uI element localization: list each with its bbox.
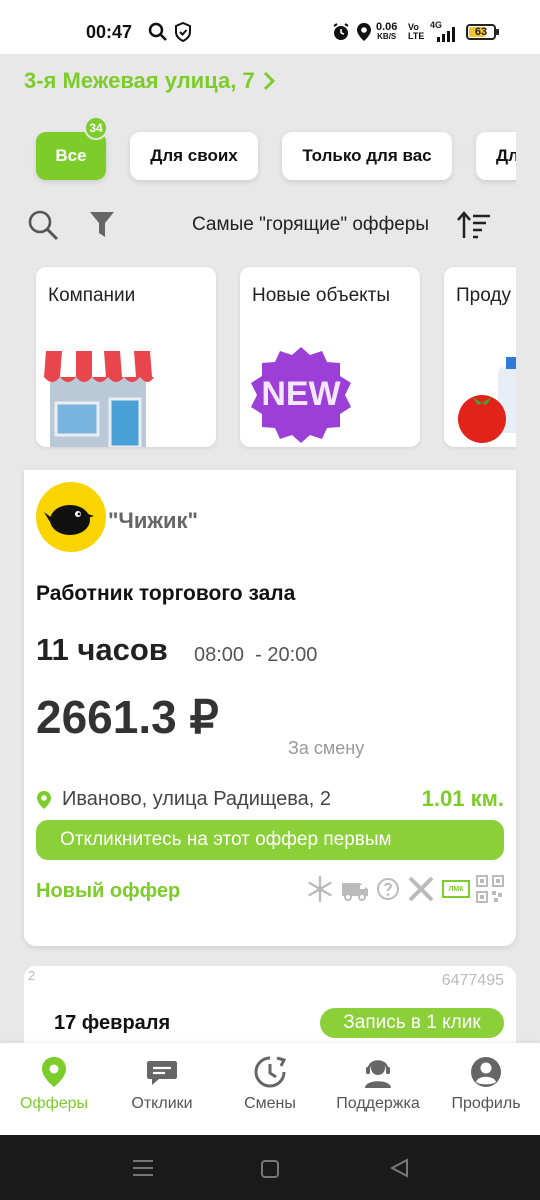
net-speed: 0.06 KB/S [376,22,397,42]
clock-icon [254,1056,287,1088]
net-speed-value: 0.06 [376,21,398,33]
offer-id: 6477495 [441,972,504,989]
nav-offers[interactable]: Офферы [0,1055,108,1113]
search-icon[interactable] [26,208,60,242]
new-offer-label: Новый оффер [36,880,181,902]
shift-time-range: 08:00 - 20:00 [194,644,318,666]
chip-for-friends[interactable]: Для своих [130,132,258,180]
tools-row: Самые "горящие" офферы [24,202,516,248]
status-time: 00:47 [86,22,133,42]
bottom-navigation: Офферы Отклики Смены Поддержка Профиль [0,1043,540,1135]
location-address: Иваново, улица Радищева, 2 [62,788,331,810]
home-icon[interactable] [260,1159,280,1179]
shift-duration: 11 часов [36,632,168,667]
support-icon [365,1060,391,1088]
shield-icon [175,22,191,42]
chip-only-for-you[interactable]: Только для вас [282,132,452,180]
category-title: Компании [48,285,136,306]
offer-distance: 1.01 км. [421,786,504,811]
tools-icon [408,876,434,902]
net-speed-unit: KB/S [377,32,397,41]
shop-icon [42,351,154,447]
company-name: "Чижик" [108,508,198,533]
location-pin-icon [42,1057,66,1087]
van-icon [342,883,368,901]
category-title: Новые объекты [252,285,391,306]
question-icon [377,878,399,900]
job-title: Работник торгового зала [36,582,296,605]
category-carousel: Компании Новые объекты NEW Проду [24,262,516,452]
chevron-right-icon [263,71,275,91]
volte-indicator: Vo LTE [408,23,424,41]
search-icon [148,22,167,41]
snowflake-icon [308,875,332,903]
nav-label: Отклики [131,1095,193,1112]
price-period: За смену [288,738,365,758]
signal-icon [437,27,455,42]
menu-icon[interactable] [132,1159,154,1177]
nav-label: Офферы [19,1095,89,1112]
offer-index: 2 [28,968,36,983]
filter-icon[interactable] [88,210,116,240]
address-label: 3-я Межевая улица, 7 [24,68,255,93]
nav-profile[interactable]: Профиль [432,1055,540,1113]
offer-price: 2661.3 ₽ [36,691,219,743]
category-products[interactable]: Проду [444,267,516,447]
nav-label: Смены [244,1095,296,1112]
sort-icon[interactable] [456,210,492,240]
feature-icons: ЛМК [306,874,504,904]
nav-label: Поддержка [336,1095,420,1112]
nav-shifts[interactable]: Смены [216,1055,324,1113]
offer-location: Иваново, улица Радищева, 2 [36,788,331,811]
qr-icon [476,875,504,903]
offer-card[interactable]: "Чижик" Работник торгового зала 11 часов… [24,470,516,946]
chip-more[interactable]: Дл [476,132,516,180]
nav-responses[interactable]: Отклики [108,1055,216,1113]
filter-chips: 34 Все Для своих Только для вас Дл [24,118,516,198]
nav-label: Профиль [451,1095,521,1112]
bird-logo-icon [44,505,94,535]
new-badge-text: NEW [261,375,341,413]
new-badge-icon: NEW [251,347,351,443]
system-navigation-bar [0,1135,540,1200]
category-title: Проду [456,285,511,306]
offer-date: 17 февраля [54,1012,171,1034]
category-companies[interactable]: Компании [36,267,216,447]
category-new-objects[interactable]: Новые объекты NEW [240,267,420,447]
battery-icon: 63 [466,24,499,40]
products-icon [458,357,516,443]
profile-icon [471,1057,501,1087]
battery-level: 63 [474,26,488,38]
company-logo [36,482,106,552]
chat-icon [147,1061,177,1085]
lmk-icon: ЛМК [442,880,470,898]
one-click-signup-button[interactable]: Запись в 1 клик [320,1008,504,1038]
lmk-text: ЛМК [448,885,464,893]
location-pin-icon [37,790,51,809]
status-bar: 00:47 0.06 KB/S Vo LTE 4G 63 [0,0,540,54]
nav-support[interactable]: Поддержка [324,1055,432,1113]
location-icon [357,23,371,41]
alarm-icon [333,23,349,40]
back-icon[interactable] [388,1157,410,1179]
volte-bottom: LTE [408,31,425,41]
address-selector[interactable]: 3-я Межевая улица, 7 [24,68,275,94]
respond-first-button[interactable]: Откликнитесь на этот оффер первым [36,820,504,860]
sort-label[interactable]: Самые "горящие" офферы [192,214,429,236]
